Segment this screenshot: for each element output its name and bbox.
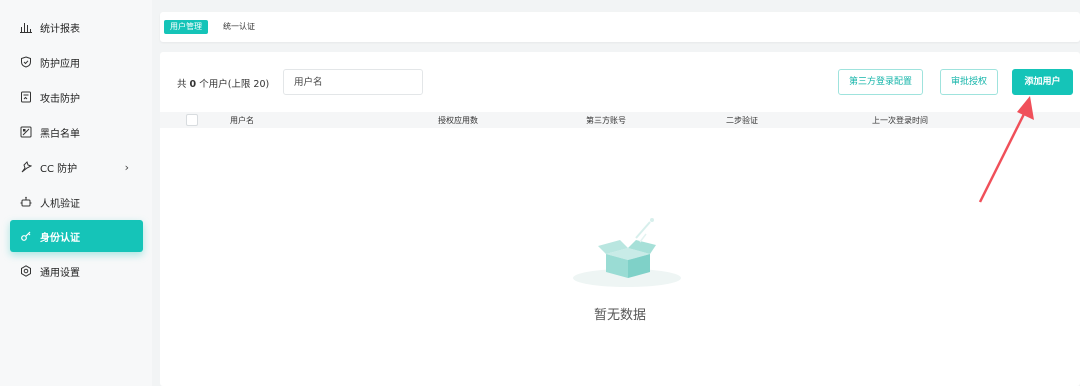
attack-defense-icon — [20, 91, 32, 103]
user-count: 共 0 个用户(上限 20) — [177, 76, 269, 90]
sidebar-item-protected-apps[interactable]: 防护应用 — [10, 46, 143, 78]
sidebar-item-general-settings[interactable]: 通用设置 — [10, 255, 143, 287]
sidebar-item-label: 黑白名单 — [40, 128, 80, 140]
approve-authorization-button[interactable]: 审批授权 — [940, 69, 999, 95]
sidebar-item-cc-protection[interactable]: CC 防护 › — [10, 151, 143, 183]
column-header-two-step-verification[interactable]: 二步验证 — [726, 115, 758, 126]
select-all-checkbox[interactable] — [186, 114, 198, 126]
column-header-third-party-account[interactable]: 第三方账号 — [586, 115, 626, 126]
sidebar-item-label: 防护应用 — [40, 58, 80, 70]
shield-icon — [20, 56, 32, 68]
tab-bar: 用户管理 统一认证 — [160, 12, 1080, 42]
sidebar-item-label: CC 防护 — [40, 163, 78, 175]
column-header-last-login-time[interactable]: 上一次登录时间 — [872, 115, 928, 126]
sidebar-item-captcha[interactable]: 人机验证 — [10, 186, 143, 218]
tab-user-management[interactable]: 用户管理 — [164, 20, 208, 34]
user-count-prefix: 共 — [177, 79, 187, 90]
user-count-value: 0 — [189, 79, 197, 90]
chevron-right-icon: › — [124, 160, 129, 174]
sidebar-item-label: 身份认证 — [40, 232, 80, 244]
robot-icon — [20, 196, 32, 208]
user-count-suffix: 个用户(上限 20) — [199, 79, 270, 90]
empty-box-illustration — [573, 218, 681, 287]
column-header-username[interactable]: 用户名 — [230, 115, 254, 126]
add-user-button[interactable]: 添加用户 — [1012, 69, 1073, 95]
sidebar: 统计报表 防护应用 攻击防护 黑白名单 CC 防护 › 人机验证 身份认证 通用… — [0, 0, 152, 386]
blacklist-icon — [20, 126, 32, 138]
username-search-input[interactable] — [283, 69, 423, 95]
key-icon — [20, 230, 32, 242]
sidebar-item-label: 攻击防护 — [40, 93, 80, 105]
gear-icon — [20, 265, 32, 277]
sidebar-item-blacklist[interactable]: 黑白名单 — [10, 116, 143, 148]
sidebar-item-stats-report[interactable]: 统计报表 — [10, 11, 143, 43]
sidebar-item-label: 统计报表 — [40, 23, 80, 35]
third-party-login-config-button[interactable]: 第三方登录配置 — [838, 69, 924, 95]
sidebar-item-identity-auth[interactable]: 身份认证 — [10, 220, 143, 252]
sidebar-item-label: 人机验证 — [40, 198, 80, 210]
column-header-authorized-apps[interactable]: 授权应用数 — [438, 115, 478, 126]
bar-chart-icon — [20, 21, 32, 33]
sidebar-item-attack-defense[interactable]: 攻击防护 — [10, 81, 143, 113]
sidebar-item-label: 通用设置 — [40, 267, 80, 279]
main-panel: 共 0 个用户(上限 20) 第三方登录配置 审批授权 添加用户 用户名 授权应… — [160, 52, 1080, 386]
empty-state-text: 暂无数据 — [593, 308, 646, 323]
cc-protection-icon — [20, 161, 32, 173]
tab-unified-auth[interactable]: 统一认证 — [223, 20, 255, 34]
table-header: 用户名 授权应用数 第三方账号 二步验证 上一次登录时间 — [160, 112, 1080, 128]
